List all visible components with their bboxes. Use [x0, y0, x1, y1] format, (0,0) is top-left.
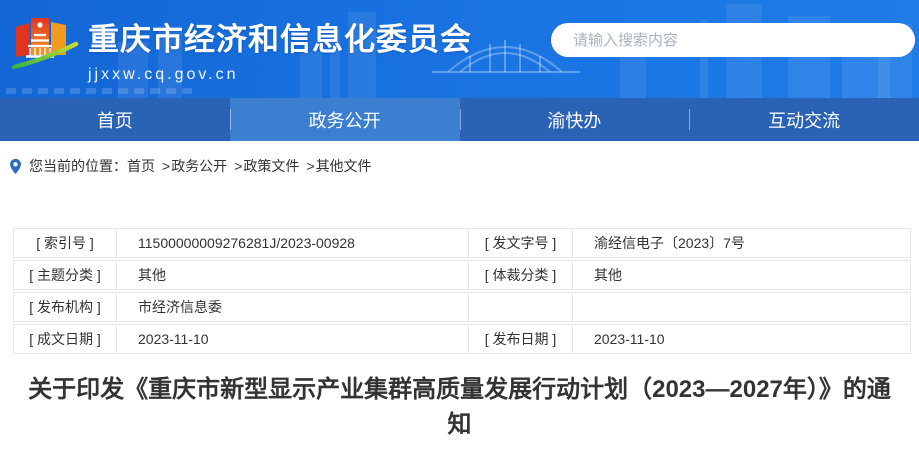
meta-label-doc-number: [ 发文字号 ]: [469, 229, 573, 257]
breadcrumb-other-files[interactable]: 其他文件: [316, 156, 372, 176]
breadcrumb: 您当前的位置： 首页 > 政务公开 > 政策文件 > 其他文件: [0, 141, 919, 176]
main-nav: 首页 政务公开 渝快办 互动交流: [0, 98, 919, 141]
meta-label-index-number: [ 索引号 ]: [14, 229, 117, 257]
breadcrumb-policy-files[interactable]: 政策文件: [243, 156, 299, 176]
meta-label-publish-date: [ 发布日期 ]: [469, 325, 573, 353]
meta-label-genre-category: [ 体裁分类 ]: [469, 261, 573, 289]
breadcrumb-home[interactable]: 首页: [127, 156, 155, 176]
meta-value-topic-category: 其他: [117, 261, 469, 289]
meta-label-issuing-agency: [ 发布机构 ]: [14, 293, 117, 321]
meta-label-empty: [469, 293, 573, 321]
meta-value-genre-category: 其他: [573, 261, 910, 289]
site-logo-great-hall-icon: [10, 8, 82, 84]
meta-value-issuing-agency: 市经济信息委: [117, 293, 469, 321]
location-pin-icon: [9, 158, 22, 175]
document-meta-table: [ 索引号 ] 11500000009276281J/2023-00928 [ …: [13, 228, 911, 354]
meta-label-written-date: [ 成文日期 ]: [14, 325, 117, 353]
search-box[interactable]: [551, 23, 915, 57]
nav-item-interaction[interactable]: 互动交流: [689, 98, 919, 141]
meta-value-doc-number: 渝经信电子〔2023〕7号: [573, 229, 910, 257]
breadcrumb-separator: >: [306, 158, 314, 174]
breadcrumb-separator: >: [162, 158, 170, 174]
nav-item-yukuaiban[interactable]: 渝快办: [460, 98, 690, 141]
table-row: [ 主题分类 ] 其他 [ 体裁分类 ] 其他: [13, 260, 911, 290]
breadcrumb-prefix: 您当前的位置：: [29, 156, 127, 176]
table-row: [ 发布机构 ] 市经济信息委: [13, 292, 911, 322]
meta-value-index-number: 11500000009276281J/2023-00928: [117, 229, 469, 257]
site-header: 重庆市经济和信息化委员会 jjxxw.cq.gov.cn: [0, 0, 919, 98]
nav-item-gov-info[interactable]: 政务公开: [230, 98, 460, 141]
meta-label-topic-category: [ 主题分类 ]: [14, 261, 117, 289]
table-row: [ 索引号 ] 11500000009276281J/2023-00928 [ …: [13, 228, 911, 258]
breadcrumb-separator: >: [234, 158, 242, 174]
meta-value-written-date: 2023-11-10: [117, 325, 469, 353]
meta-value-empty: [573, 293, 910, 321]
breadcrumb-gov-info[interactable]: 政务公开: [171, 156, 227, 176]
site-identity: 重庆市经济和信息化委员会 jjxxw.cq.gov.cn: [88, 14, 472, 84]
site-url: jjxxw.cq.gov.cn: [88, 66, 472, 84]
site-title: 重庆市经济和信息化委员会: [88, 14, 472, 59]
table-row: [ 成文日期 ] 2023-11-10 [ 发布日期 ] 2023-11-10: [13, 324, 911, 354]
search-input[interactable]: [573, 32, 883, 49]
meta-value-publish-date: 2023-11-10: [573, 325, 910, 353]
page-title: 关于印发《重庆市新型显示产业集群高质量发展行动计划（2023—2027年）》的通…: [20, 372, 900, 442]
nav-item-home[interactable]: 首页: [0, 98, 230, 141]
